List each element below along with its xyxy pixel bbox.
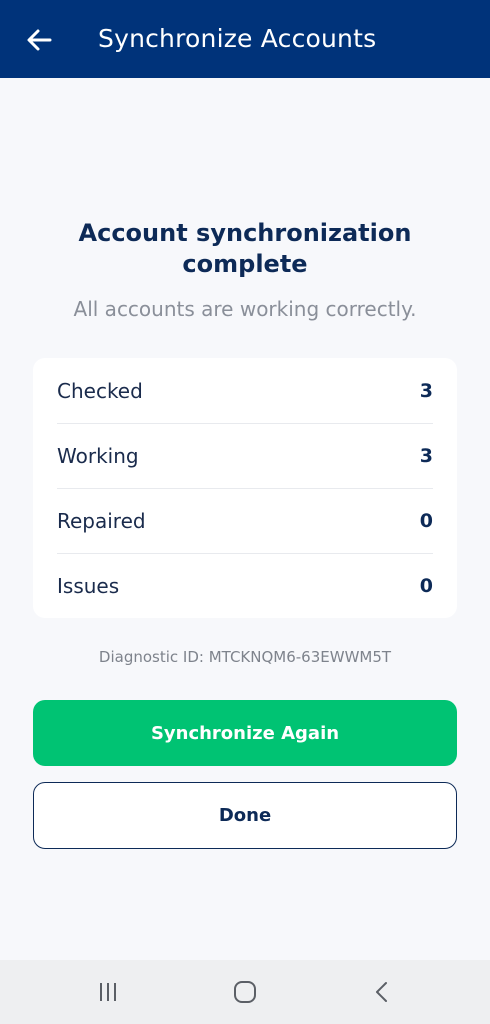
result-heading: Account synchronization complete — [0, 218, 490, 280]
result-heading-line1: Account synchronization — [78, 219, 412, 247]
home-button[interactable] — [225, 974, 265, 1010]
done-button[interactable]: Done — [33, 782, 457, 849]
summary-row-issues: Issues 0 — [57, 553, 433, 618]
system-nav-bar — [0, 960, 490, 1024]
summary-row-label: Repaired — [57, 508, 146, 533]
app-bar: Synchronize Accounts — [0, 0, 490, 78]
summary-row-value: 3 — [419, 444, 433, 467]
summary-row-label: Working — [57, 443, 139, 468]
synchronize-again-button[interactable]: Synchronize Again — [33, 700, 457, 766]
back-chevron-icon — [376, 982, 387, 1002]
page-title: Synchronize Accounts — [98, 24, 377, 53]
recent-apps-icon — [100, 983, 116, 1001]
summary-row-label: Checked — [57, 378, 143, 403]
summary-row-working: Working 3 — [57, 423, 433, 489]
result-subtitle: All accounts are working correctly. — [73, 297, 417, 321]
back-button[interactable] — [22, 25, 56, 55]
diagnostic-id: Diagnostic ID: MTCKNQM6-63EWWM5T — [98, 648, 392, 666]
summary-row-checked: Checked 3 — [57, 358, 433, 424]
summary-row-value: 0 — [419, 574, 433, 597]
summary-row-repaired: Repaired 0 — [57, 488, 433, 554]
summary-card: Checked 3 Working 3 Repaired 0 Issues 0 — [33, 358, 457, 618]
system-back-button[interactable] — [362, 974, 402, 1010]
summary-row-label: Issues — [57, 573, 120, 598]
recent-apps-button[interactable] — [88, 974, 128, 1010]
result-heading-line2: complete — [182, 250, 308, 278]
home-icon — [234, 981, 256, 1003]
summary-row-value: 3 — [419, 379, 433, 402]
summary-row-value: 0 — [419, 509, 433, 532]
arrow-left-icon — [27, 29, 52, 51]
